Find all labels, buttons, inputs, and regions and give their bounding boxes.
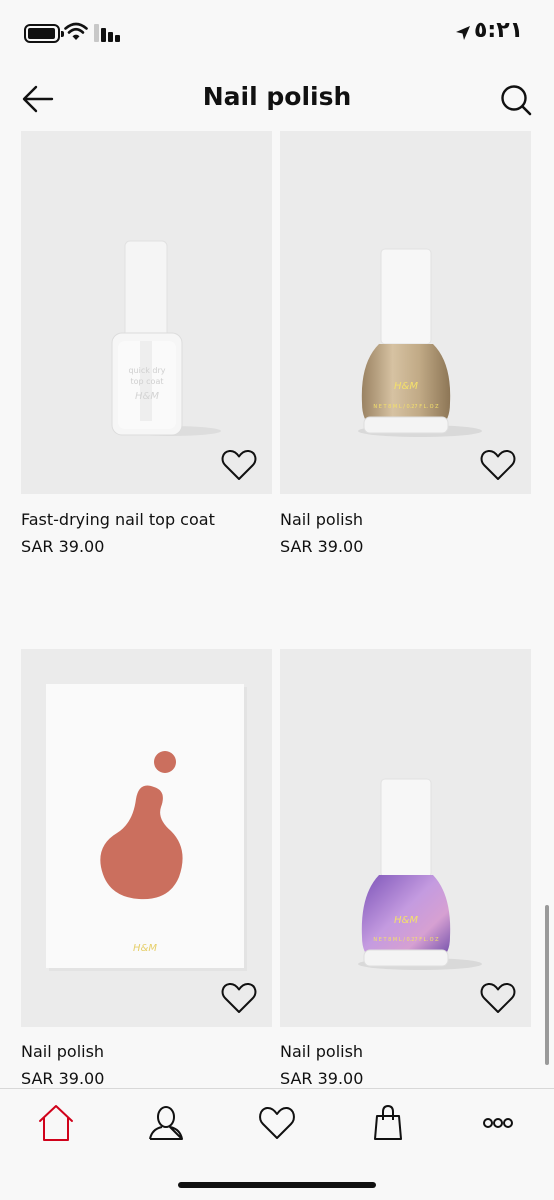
heart-icon[interactable] — [220, 448, 258, 482]
home-indicator — [178, 1182, 376, 1188]
svg-text:top coat: top coat — [131, 377, 164, 386]
product-name[interactable]: Nail polish — [280, 510, 363, 529]
svg-text:N E T 8 M L / 0.27 F L. O Z: N E T 8 M L / 0.27 F L. O Z — [373, 937, 439, 943]
product-name[interactable]: Fast-drying nail top coat — [21, 510, 215, 529]
product-image[interactable]: H&M N E T 8 M L / 0.27 F L. O Z — [280, 649, 531, 1027]
heart-icon[interactable] — [479, 448, 517, 482]
profile-icon[interactable] — [146, 1103, 186, 1143]
status-bar: ٥:٢١ — [0, 0, 554, 66]
status-time: ٥:٢١ — [474, 18, 524, 43]
product-price: SAR 39.00 — [21, 1069, 105, 1088]
svg-text:H&M: H&M — [394, 381, 418, 392]
clear-top-coat-bottle-image: quick dry top coat H&M — [111, 240, 221, 436]
svg-text:H&M: H&M — [135, 391, 159, 402]
favorites-icon[interactable] — [257, 1103, 297, 1143]
wifi-icon — [64, 22, 88, 40]
scrollbar[interactable] — [545, 905, 549, 1065]
svg-text:H&M: H&M — [133, 943, 157, 954]
gold-polish-bottle-image: H&M N E T 8 M L / 0.27 F L. O Z — [358, 248, 482, 437]
product-image[interactable]: H&M — [21, 649, 272, 1027]
product-price: SAR 39.00 — [280, 1069, 364, 1088]
product-price: SAR 39.00 — [21, 537, 105, 556]
product-image[interactable]: quick dry top coat H&M — [21, 131, 272, 494]
search-icon[interactable] — [498, 82, 534, 118]
location-arrow-icon — [456, 26, 470, 40]
coral-swatch-card-image: H&M — [46, 684, 247, 971]
signal-icon — [94, 24, 120, 42]
product-card[interactable]: quick dry top coat H&M Fast-drying nail … — [21, 131, 272, 556]
product-price: SAR 39.00 — [280, 537, 364, 556]
svg-text:quick dry: quick dry — [128, 366, 165, 375]
product-name[interactable]: Nail polish — [21, 1042, 104, 1061]
product-name[interactable]: Nail polish — [280, 1042, 363, 1061]
heart-icon[interactable] — [479, 981, 517, 1015]
product-card[interactable]: H&M Nail polish SAR 39.00 — [21, 649, 272, 1088]
home-icon[interactable] — [36, 1103, 76, 1143]
heart-icon[interactable] — [220, 981, 258, 1015]
bag-icon[interactable] — [368, 1103, 408, 1143]
product-card[interactable]: H&M N E T 8 M L / 0.27 F L. O Z Nail pol… — [280, 649, 531, 1088]
product-image[interactable]: H&M N E T 8 M L / 0.27 F L. O Z — [280, 131, 531, 494]
battery-icon — [24, 24, 64, 43]
header: Nail polish — [0, 66, 554, 132]
svg-text:H&M: H&M — [394, 915, 418, 926]
violet-shimmer-polish-bottle-image: H&M N E T 8 M L / 0.27 F L. O Z — [358, 778, 482, 970]
page-title: Nail polish — [202, 82, 352, 111]
product-card[interactable]: H&M N E T 8 M L / 0.27 F L. O Z Nail pol… — [280, 131, 531, 556]
more-icon[interactable] — [478, 1103, 518, 1143]
svg-text:N E T 8 M L / 0.27 F L. O Z: N E T 8 M L / 0.27 F L. O Z — [373, 404, 439, 410]
